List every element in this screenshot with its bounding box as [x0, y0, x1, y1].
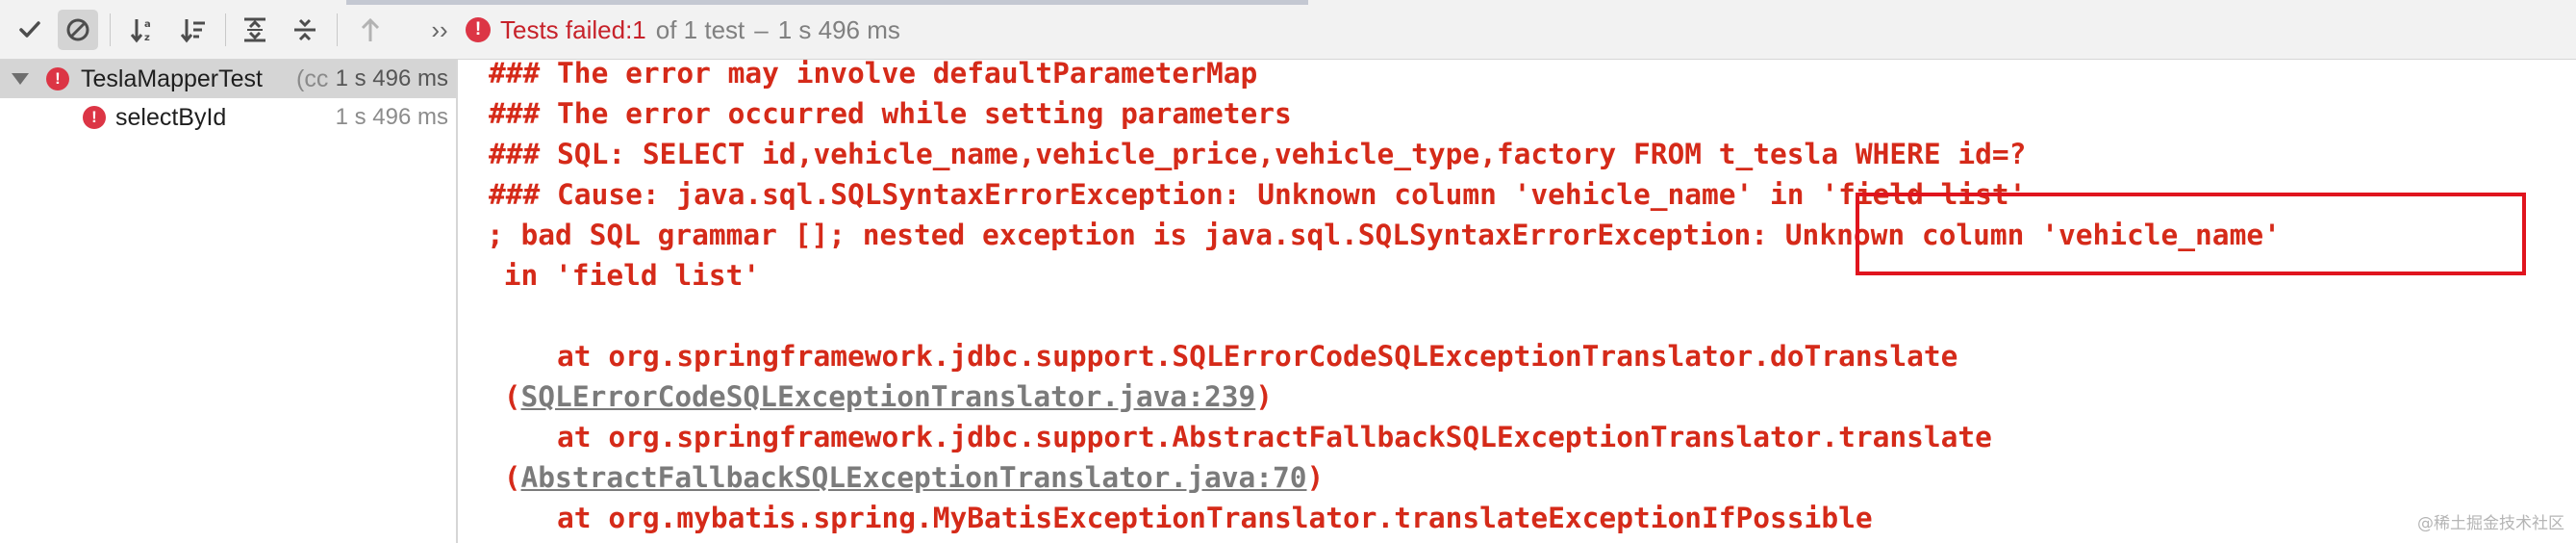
tree-item-selectById[interactable]: ! selectById 1 s 496 ms — [0, 98, 456, 137]
error-icon: ! — [46, 67, 69, 90]
show-ignored-button[interactable] — [58, 10, 98, 50]
console-output[interactable]: ### The error may involve defaultParamet… — [460, 60, 2576, 543]
sort-duration-icon — [180, 19, 205, 43]
tree-item-root[interactable]: ! TeslaMapperTest (cc 1 s 496 ms — [0, 60, 456, 98]
error-icon: ! — [466, 17, 491, 42]
sort-alphabetically-button[interactable]: a z — [123, 10, 164, 50]
tree-item-label: TeslaMapperTest — [81, 65, 263, 92]
error-icon: ! — [83, 106, 106, 129]
status-failed-count: 1 — [632, 14, 646, 44]
status-total-text: of 1 test — [655, 14, 745, 44]
expand-all-button[interactable] — [235, 10, 275, 50]
tree-item-sub: (cc — [296, 65, 329, 92]
stack-trace-source: (AbstractFallbackSQLExceptionTranslator.… — [487, 461, 1325, 494]
previous-failed-button[interactable] — [350, 10, 391, 50]
more-chevrons-icon[interactable]: ›› — [419, 10, 460, 50]
tree-item-label: selectById — [115, 103, 227, 131]
svg-text:a: a — [144, 19, 151, 30]
toolbar-separator — [337, 13, 338, 46]
watermark: @稀土掘金技术社区 — [2417, 514, 2564, 533]
test-tree: ! TeslaMapperTest (cc 1 s 496 ms ! selec… — [0, 60, 458, 543]
arrow-up-icon — [361, 17, 380, 41]
test-runner-toolbar: a z ›› ! Tests failed: 1 of 1 test – 1 s… — [0, 0, 2576, 60]
console-line: in 'field list' — [487, 259, 761, 292]
console-line: ### SQL: SELECT id,vehicle_name,vehicle_… — [489, 138, 2027, 170]
chevron-down-icon[interactable] — [12, 73, 29, 85]
console-line: ### The error occurred while setting par… — [489, 97, 1292, 130]
console-line: at org.springframework.jdbc.support.Abst… — [489, 421, 1992, 453]
toolbar-separator — [225, 13, 226, 46]
sort-alpha-icon: a z — [130, 19, 151, 43]
collapse-all-button[interactable] — [285, 10, 325, 50]
console-line: at org.springframework.jdbc.support.SQLE… — [489, 340, 1958, 373]
test-status: ! Tests failed: 1 of 1 test – 1 s 496 ms — [466, 13, 900, 46]
tree-item-time: 1 s 496 ms — [335, 104, 448, 130]
error-highlight-box — [1856, 193, 2526, 275]
show-passed-button[interactable] — [10, 10, 50, 50]
status-dash: – — [754, 14, 769, 44]
source-link[interactable]: SQLErrorCodeSQLExceptionTranslator.java:… — [521, 380, 1256, 413]
sort-by-duration-button[interactable] — [173, 10, 214, 50]
expand-all-icon — [244, 17, 265, 42]
ignored-icon — [66, 18, 89, 41]
console-line: ### Cause: java.sql.SQLSyntaxErrorExcept… — [489, 178, 2027, 211]
toolbar-separator — [110, 13, 111, 46]
collapse-all-icon — [294, 18, 316, 41]
toolbar-accent-strip — [346, 0, 1308, 5]
console-line: ### The error may involve defaultParamet… — [489, 60, 1258, 90]
status-duration: 1 s 496 ms — [777, 14, 900, 44]
tree-item-time: 1 s 496 ms — [335, 65, 448, 91]
console-line: at org.mybatis.spring.MyBatisExceptionTr… — [489, 502, 1873, 534]
checkmark-icon — [19, 21, 40, 38]
stack-trace-source: (SQLErrorCodeSQLExceptionTranslator.java… — [487, 380, 1273, 413]
svg-text:z: z — [144, 33, 150, 43]
status-failed-label: Tests failed: — [500, 14, 633, 44]
source-link[interactable]: AbstractFallbackSQLExceptionTranslator.j… — [521, 461, 1307, 494]
